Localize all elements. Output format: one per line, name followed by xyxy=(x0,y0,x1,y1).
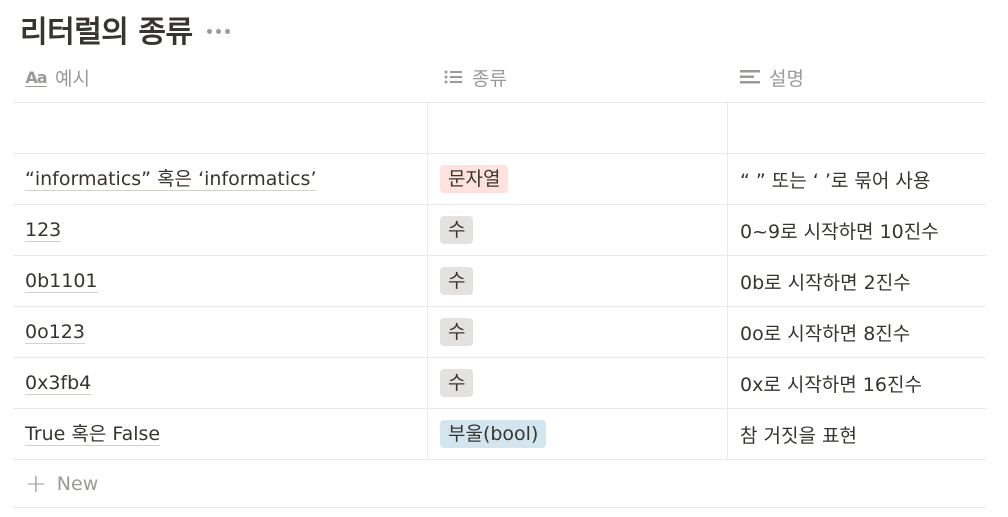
description-text: 0~9로 시작하면 10진수 xyxy=(740,220,939,243)
column-header-label: 설명 xyxy=(769,67,804,90)
example-text: 123 xyxy=(25,218,62,242)
cell-type[interactable]: 수 xyxy=(427,256,727,306)
column-header-example[interactable]: Aa 예시 xyxy=(13,52,427,102)
cell-example[interactable]: 0x3fb4 xyxy=(13,358,427,408)
table-row[interactable]: True 혹은 False 부울(bool) 참 거짓을 표현 xyxy=(13,409,986,460)
cell-description[interactable]: 참 거짓을 표현 xyxy=(727,409,986,459)
cell-description[interactable] xyxy=(727,103,986,153)
example-text: 0b1101 xyxy=(25,269,98,293)
type-tag: 수 xyxy=(440,216,474,244)
database-table: Aa 예시 종류 설명 “informatics” 혹은 ‘informatic… xyxy=(13,52,986,508)
type-tag: 수 xyxy=(440,267,474,295)
column-header-label: 예시 xyxy=(55,67,90,90)
cell-description[interactable]: “ ” 또는 ‘ ’로 묶어 사용 xyxy=(727,154,986,204)
new-row-label: New xyxy=(56,472,99,495)
cell-description[interactable]: 0o로 시작하면 8진수 xyxy=(727,307,986,357)
table-row[interactable]: 0b1101 수 0b로 시작하면 2진수 xyxy=(13,256,986,307)
example-text: “informatics” 혹은 ‘informatics’ xyxy=(25,167,317,191)
description-text: 참 거짓을 표현 xyxy=(740,424,857,447)
cell-example[interactable] xyxy=(13,103,427,153)
cell-type[interactable]: 수 xyxy=(427,205,727,255)
type-tag: 부울(bool) xyxy=(440,420,547,448)
table-header: Aa 예시 종류 설명 xyxy=(13,52,986,103)
example-text: 0x3fb4 xyxy=(25,371,92,395)
table-row[interactable]: 0x3fb4 수 0x로 시작하면 16진수 xyxy=(13,358,986,409)
page-title-row: 리터럴의 종류 xyxy=(20,8,230,50)
example-text: True 혹은 False xyxy=(25,422,161,446)
table-row[interactable]: “informatics” 혹은 ‘informatics’ 문자열 “ ” 또는 … xyxy=(13,154,986,205)
new-row-button[interactable]: + New xyxy=(13,460,986,508)
text-lines-icon xyxy=(739,67,761,87)
more-options-icon[interactable] xyxy=(206,28,230,34)
description-text: 0b로 시작하면 2진수 xyxy=(740,271,911,294)
description-text: “ ” 또는 ‘ ’로 묶어 사용 xyxy=(740,169,931,192)
cell-example[interactable]: 0b1101 xyxy=(13,256,427,306)
cell-description[interactable]: 0~9로 시작하면 10진수 xyxy=(727,205,986,255)
cell-type[interactable]: 문자열 xyxy=(427,154,727,204)
cell-description[interactable]: 0x로 시작하면 16진수 xyxy=(727,358,986,408)
cell-type[interactable]: 부울(bool) xyxy=(427,409,727,459)
column-header-description[interactable]: 설명 xyxy=(727,52,986,102)
cell-type[interactable] xyxy=(427,103,727,153)
type-tag: 수 xyxy=(440,369,474,397)
column-header-type[interactable]: 종류 xyxy=(427,52,727,102)
description-text: 0x로 시작하면 16진수 xyxy=(740,373,922,396)
column-header-label: 종류 xyxy=(472,67,507,90)
table-row[interactable] xyxy=(13,103,986,154)
cell-example[interactable]: True 혹은 False xyxy=(13,409,427,459)
type-tag: 수 xyxy=(440,318,474,346)
cell-example[interactable]: “informatics” 혹은 ‘informatics’ xyxy=(13,154,427,204)
page-title[interactable]: 리터럴의 종류 xyxy=(20,7,193,51)
title-property-icon: Aa xyxy=(25,67,47,87)
cell-description[interactable]: 0b로 시작하면 2진수 xyxy=(727,256,986,306)
plus-icon: + xyxy=(25,468,47,499)
type-tag: 문자열 xyxy=(440,165,509,193)
cell-example[interactable]: 123 xyxy=(13,205,427,255)
description-text: 0o로 시작하면 8진수 xyxy=(740,322,911,345)
table-row[interactable]: 123 수 0~9로 시작하면 10진수 xyxy=(13,205,986,256)
list-icon xyxy=(442,67,464,87)
cell-type[interactable]: 수 xyxy=(427,307,727,357)
cell-example[interactable]: 0o123 xyxy=(13,307,427,357)
table-row[interactable]: 0o123 수 0o로 시작하면 8진수 xyxy=(13,307,986,358)
example-text: 0o123 xyxy=(25,320,85,344)
cell-type[interactable]: 수 xyxy=(427,358,727,408)
